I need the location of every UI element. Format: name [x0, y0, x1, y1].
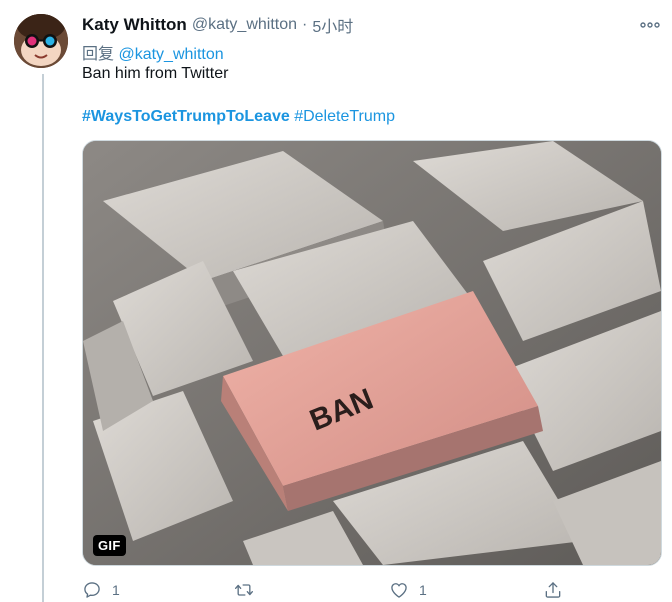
- like-button[interactable]: 1: [389, 578, 427, 602]
- reply-context: 回复 @katy_whitton: [82, 40, 224, 64]
- share-button[interactable]: [543, 578, 563, 602]
- tweet-actions: 1 1: [82, 578, 660, 602]
- gif-badge: GIF: [93, 535, 126, 556]
- separator-dot: ·: [302, 16, 308, 33]
- author-name[interactable]: Katy Whitton: [82, 15, 187, 35]
- reply-prefix: 回复: [82, 46, 115, 63]
- like-count: 1: [419, 582, 427, 598]
- avatar[interactable]: [14, 14, 68, 68]
- tweet-header: Katy Whitton @katy_whitton · 5小时: [82, 13, 660, 37]
- share-icon: [545, 582, 561, 598]
- retweet-button[interactable]: [234, 578, 264, 602]
- hashtag-link[interactable]: #DeleteTrump: [294, 108, 395, 125]
- reply-icon: [84, 582, 100, 598]
- like-icon: [391, 583, 407, 598]
- tweet-text: Ban him from Twitter: [82, 65, 229, 82]
- reply-mention-link[interactable]: @katy_whitton: [118, 46, 223, 63]
- reply-count: 1: [112, 582, 120, 598]
- thread-line: [42, 74, 44, 602]
- gif-media[interactable]: BAN GIF: [82, 140, 662, 566]
- more-icon[interactable]: [640, 17, 660, 33]
- tweet-time[interactable]: 5小时: [312, 13, 353, 37]
- keyboard-gif-image: BAN: [83, 141, 661, 565]
- hashtags: #WaysToGetTrumpToLeave #DeleteTrump: [82, 108, 395, 126]
- retweet-icon: [235, 584, 253, 596]
- hashtag-link[interactable]: #WaysToGetTrumpToLeave: [82, 108, 290, 125]
- reply-button[interactable]: 1: [82, 578, 120, 602]
- author-handle[interactable]: @katy_whitton: [192, 16, 297, 34]
